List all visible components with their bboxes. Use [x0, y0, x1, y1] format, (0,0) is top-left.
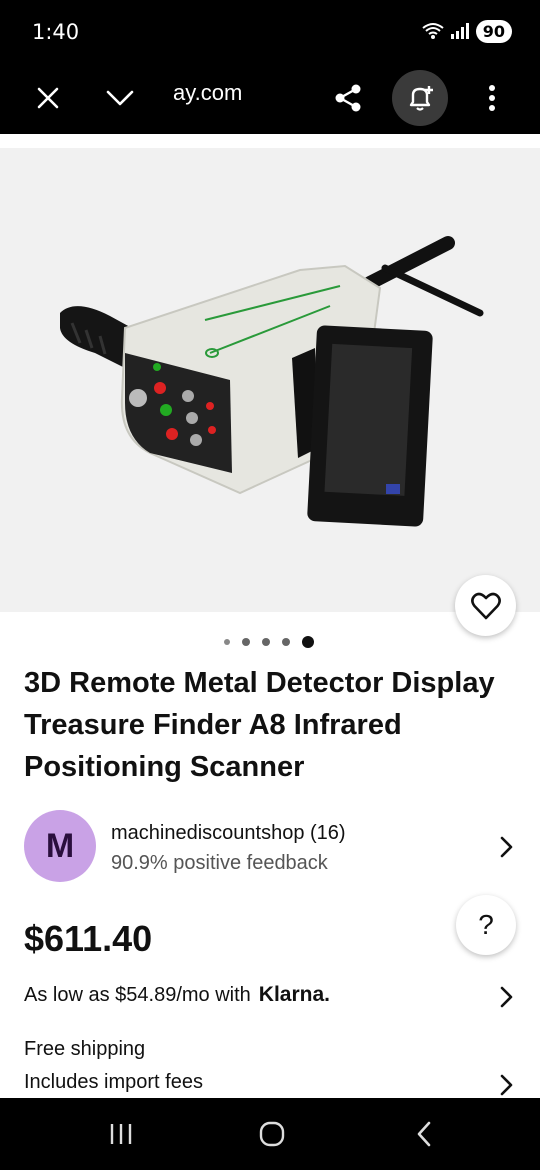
- chevron-right-icon: [500, 836, 513, 858]
- home-icon: [259, 1121, 285, 1147]
- chevron-right-icon[interactable]: [494, 985, 518, 1009]
- back-icon: [417, 1121, 431, 1147]
- image-pagination: [224, 636, 314, 648]
- klarna-logo: Klarna.: [258, 983, 330, 1006]
- signal-icon: [450, 23, 469, 39]
- recent-apps-button[interactable]: [101, 1114, 141, 1154]
- divider: [0, 134, 540, 148]
- system-nav-bar: [0, 1098, 540, 1170]
- chevron-down-icon: [106, 90, 134, 106]
- tab-switcher-button[interactable]: [92, 70, 148, 126]
- pagination-dot[interactable]: [242, 638, 250, 646]
- product-title: 3D Remote Metal Detector Display Treasur…: [24, 667, 495, 783]
- avatar: M: [24, 810, 96, 882]
- url-text[interactable]: ay.com: [173, 80, 242, 106]
- battery-indicator: 90: [475, 19, 512, 43]
- pagination-dot[interactable]: [282, 638, 290, 646]
- wifi-icon: [422, 23, 444, 39]
- watch-button[interactable]: [455, 575, 516, 636]
- status-time: 1:40: [32, 20, 80, 44]
- financing-text: As low as $54.89/mo with: [24, 983, 251, 1006]
- pagination-dot[interactable]: [224, 639, 230, 645]
- bell-plus-icon: [409, 86, 433, 111]
- share-icon: [335, 84, 361, 112]
- import-fees-text[interactable]: Includes import fees: [24, 1071, 203, 1094]
- product-image[interactable]: [0, 148, 540, 612]
- close-button[interactable]: [20, 70, 76, 126]
- recent-apps-icon: [110, 1124, 132, 1144]
- seller-info[interactable]: M machinediscountshop (16) 90.9% positiv…: [24, 810, 524, 884]
- chevron-right-icon[interactable]: [494, 1073, 518, 1097]
- browser-toolbar: ay.com: [0, 62, 540, 134]
- add-alert-button[interactable]: [392, 70, 448, 126]
- pagination-dot-active[interactable]: [302, 636, 314, 648]
- product-price: $611.40: [24, 918, 153, 959]
- shipping-text: Free shipping: [24, 1038, 146, 1060]
- heart-icon: [470, 592, 501, 619]
- metal-detector-illustration: [60, 236, 484, 527]
- share-button[interactable]: [320, 70, 376, 126]
- close-icon: [37, 87, 59, 109]
- back-button[interactable]: [404, 1114, 444, 1154]
- more-vertical-icon: [489, 85, 495, 111]
- seller-name: machinediscountshop (16): [111, 822, 346, 844]
- help-button[interactable]: ?: [456, 895, 516, 955]
- home-button[interactable]: [252, 1114, 292, 1154]
- seller-feedback: 90.9% positive feedback: [111, 852, 328, 874]
- more-menu-button[interactable]: [464, 70, 520, 126]
- status-icons: 90: [422, 18, 512, 44]
- status-bar: 1:40 90: [0, 0, 540, 62]
- pagination-dot[interactable]: [262, 638, 270, 646]
- financing-row[interactable]: As low as $54.89/mo with Klarna.: [24, 983, 330, 1007]
